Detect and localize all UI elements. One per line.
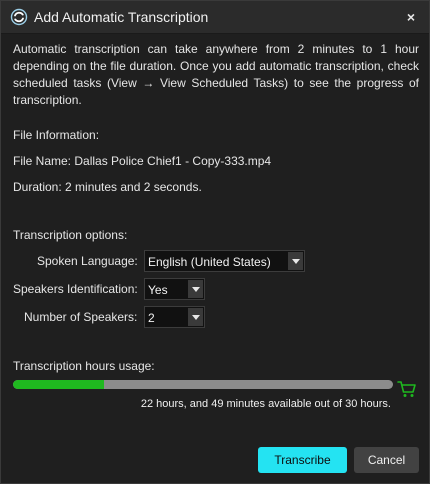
number-of-speakers-value: 2 — [148, 311, 155, 325]
spoken-language-select[interactable]: English (United States) — [144, 250, 305, 272]
usage-progress-bar — [13, 380, 393, 389]
close-icon[interactable]: × — [401, 7, 421, 27]
speakers-identification-select[interactable]: Yes — [144, 278, 205, 300]
title-bar[interactable]: Add Automatic Transcription × — [1, 1, 429, 34]
chevron-down-icon[interactable] — [188, 308, 203, 326]
usage-progress-fill — [13, 380, 105, 389]
transcription-options-heading: Transcription options: — [13, 228, 128, 242]
sync-logo-icon — [10, 8, 28, 26]
file-name-line: File Name: Dallas Police Chief1 - Copy-3… — [13, 154, 272, 168]
spoken-language-value: English (United States) — [148, 255, 271, 269]
add-transcription-dialog: Add Automatic Transcription × Automatic … — [0, 0, 430, 484]
spoken-language-label: Spoken Language: — [37, 254, 138, 268]
shopping-cart-icon[interactable] — [397, 380, 417, 398]
speakers-identification-value: Yes — [148, 283, 168, 297]
chevron-down-icon[interactable] — [288, 252, 303, 270]
number-of-speakers-select[interactable]: 2 — [144, 306, 205, 328]
intro-text: Automatic transcription can take anywher… — [13, 42, 419, 107]
transcribe-button[interactable]: Transcribe — [258, 447, 347, 473]
usage-heading: Transcription hours usage: — [13, 359, 155, 373]
cancel-button[interactable]: Cancel — [354, 447, 419, 473]
speakers-identification-label: Speakers Identification: — [13, 282, 138, 296]
number-of-speakers-label: Number of Speakers: — [24, 310, 138, 324]
dialog-title: Add Automatic Transcription — [34, 9, 209, 25]
chevron-down-icon[interactable] — [188, 280, 203, 298]
file-info-heading: File Information: — [13, 128, 100, 142]
usage-note: 22 hours, and 49 minutes available out o… — [140, 398, 391, 410]
duration-line: Duration: 2 minutes and 2 seconds. — [13, 180, 202, 194]
